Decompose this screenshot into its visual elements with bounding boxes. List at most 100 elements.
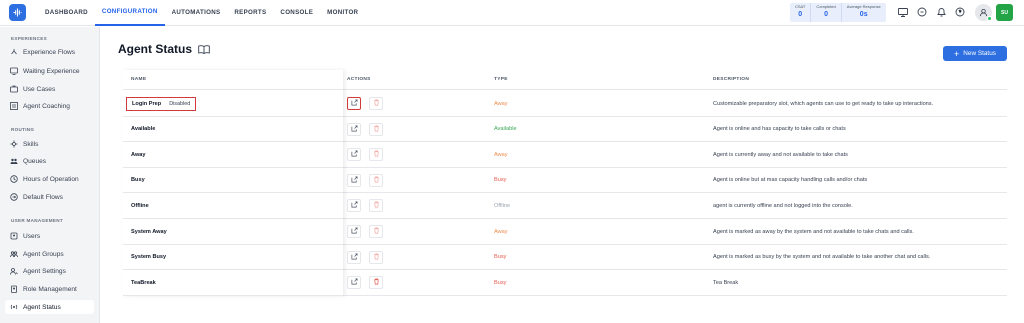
edit-icon — [351, 278, 358, 287]
status-description: Agent is currently away and not availabl… — [713, 151, 848, 158]
delete-button[interactable] — [369, 225, 383, 238]
sidebar-item-experience-flows[interactable]: Experience Flows — [5, 45, 94, 59]
nav-monitor[interactable]: MONITOR — [320, 0, 365, 26]
table-row: Available Available Agent is online and ha… — [123, 117, 1007, 143]
edit-button[interactable] — [347, 97, 361, 110]
status-name: Busy — [131, 177, 145, 184]
edit-button[interactable] — [347, 276, 361, 290]
status-name-cell: System Busy — [131, 245, 166, 270]
sidebar-item-label: Users — [23, 232, 41, 240]
edit-button[interactable] — [347, 173, 361, 187]
sidebar-item-label: Agent Groups — [23, 250, 64, 258]
sidebar-item-label: Agent Settings — [23, 267, 66, 275]
status-type: Busy — [494, 254, 507, 261]
sidebar-item-agent-settings[interactable]: Agent Settings — [5, 264, 94, 278]
status-name-cell: Busy — [131, 168, 145, 193]
trash-icon — [373, 278, 380, 287]
table-row: Busy Busy Agent is online but at max capac… — [123, 168, 1007, 194]
sidebar-item-label: Agent Status — [23, 303, 61, 311]
status-name: Away — [131, 151, 146, 158]
coaching-icon — [10, 102, 18, 110]
sidebar-item-use-cases[interactable]: Use Cases — [5, 82, 94, 96]
bell-icon[interactable] — [935, 6, 947, 18]
edit-icon — [351, 176, 358, 185]
new-status-button[interactable]: + New Status — [943, 46, 1007, 61]
sidebar-item-default-flows[interactable]: Default Flows — [5, 190, 94, 204]
actions-cell — [347, 219, 383, 244]
trash-icon — [373, 227, 380, 236]
sidebar-item-label: Agent Coaching — [23, 102, 70, 110]
table-row: Offline Offline agent is currently offline… — [123, 193, 1007, 219]
edit-icon — [351, 150, 358, 159]
table-row: System Away Away Agent is marked as away b… — [123, 219, 1007, 245]
help-icon[interactable] — [954, 6, 966, 18]
delete-button[interactable] — [369, 148, 383, 162]
flow-icon — [11, 49, 17, 55]
nav-configuration[interactable]: CONFIGURATION — [94, 0, 165, 26]
sidebar-item-skills[interactable]: Skills — [5, 137, 94, 151]
status-type: Busy — [494, 279, 507, 286]
disabled-tag: Disabled — [169, 100, 191, 107]
sidebar-item-users[interactable]: Users — [5, 229, 94, 243]
sidebar-item-agent-status[interactable]: Agent Status — [5, 300, 94, 314]
status-name: System Away — [131, 228, 167, 235]
stat-label: Completed — [816, 4, 836, 9]
sidebar-section-title: EXPERIENCES — [11, 36, 47, 41]
status-type: Away — [494, 228, 508, 235]
edit-icon — [351, 227, 358, 236]
sidebar-item-hours-of-operation[interactable]: Hours of Operation — [5, 172, 94, 186]
role-icon — [11, 285, 17, 293]
delete-button[interactable] — [369, 97, 383, 110]
user-avatar[interactable] — [975, 4, 992, 21]
delete-button[interactable] — [369, 122, 383, 136]
edit-button[interactable] — [347, 148, 361, 162]
sidebar-item-role-management[interactable]: Role Management — [5, 282, 94, 296]
edit-button[interactable] — [347, 225, 361, 238]
book-icon[interactable] — [198, 44, 210, 54]
column-header-type: TYPE — [494, 77, 508, 82]
delete-button[interactable] — [369, 276, 383, 290]
sidebar-item-waiting-experience[interactable]: Waiting Experience — [5, 64, 94, 78]
sidebar-section-title: USER MANAGEMENT — [11, 218, 63, 223]
groups-icon — [10, 251, 18, 258]
status-description: Agent is marked as busy by the system an… — [713, 254, 931, 261]
status-description: Agent is online and has capacity to take… — [713, 126, 846, 133]
stat-value: 0 — [824, 11, 828, 18]
status-name: System Busy — [131, 254, 167, 261]
nav-console[interactable]: CONSOLE — [273, 0, 320, 26]
stats-panel: CSAT 0 Completed 0 Average Response 0s — [790, 3, 886, 22]
nav-dashboard[interactable]: DASHBOARD — [38, 0, 95, 26]
delete-button[interactable] — [369, 199, 383, 213]
table-header: NAME ACTIONS TYPE DESCRIPTION — [123, 70, 1007, 90]
monitor-icon — [10, 67, 18, 75]
delete-button[interactable] — [369, 173, 383, 187]
actions-cell — [347, 270, 383, 295]
default-flow-icon — [10, 193, 18, 201]
status-description: Agent is marked as away by the system an… — [713, 228, 914, 235]
nav-reports[interactable]: REPORTS — [227, 0, 273, 26]
status-type: Away — [494, 151, 508, 158]
table-row: System Busy Busy Agent is marked as busy b… — [123, 245, 1007, 271]
edit-button[interactable] — [347, 250, 361, 264]
user-initials-badge[interactable]: SU — [996, 4, 1013, 21]
cases-icon — [10, 85, 18, 93]
delete-button[interactable] — [369, 250, 383, 264]
sidebar-item-queues[interactable]: Queues — [5, 154, 94, 168]
monitor-icon[interactable] — [897, 6, 909, 18]
actions-cell — [347, 91, 383, 116]
sidebar-item-label: Waiting Experience — [23, 67, 80, 75]
sidebar-item-agent-groups[interactable]: Agent Groups — [5, 247, 94, 261]
actions-cell — [347, 117, 383, 142]
app-logo[interactable] — [9, 4, 26, 21]
sidebar-item-label: Default Flows — [23, 193, 63, 201]
status-name-cell: Away — [131, 142, 146, 167]
edit-button[interactable] — [347, 122, 361, 136]
stat-average-response: Average Response 0s — [842, 3, 886, 22]
sidebar-item-agent-coaching[interactable]: Agent Coaching — [5, 99, 94, 113]
edit-button[interactable] — [347, 199, 361, 213]
chat-icon[interactable] — [916, 6, 928, 18]
stat-label: CSAT — [795, 4, 806, 9]
main-nav: DASHBOARD CONFIGURATION AUTOMATIONS REPO… — [38, 0, 365, 26]
nav-automations[interactable]: AUTOMATIONS — [165, 0, 228, 26]
sidebar-item-label: Experience Flows — [23, 48, 76, 56]
